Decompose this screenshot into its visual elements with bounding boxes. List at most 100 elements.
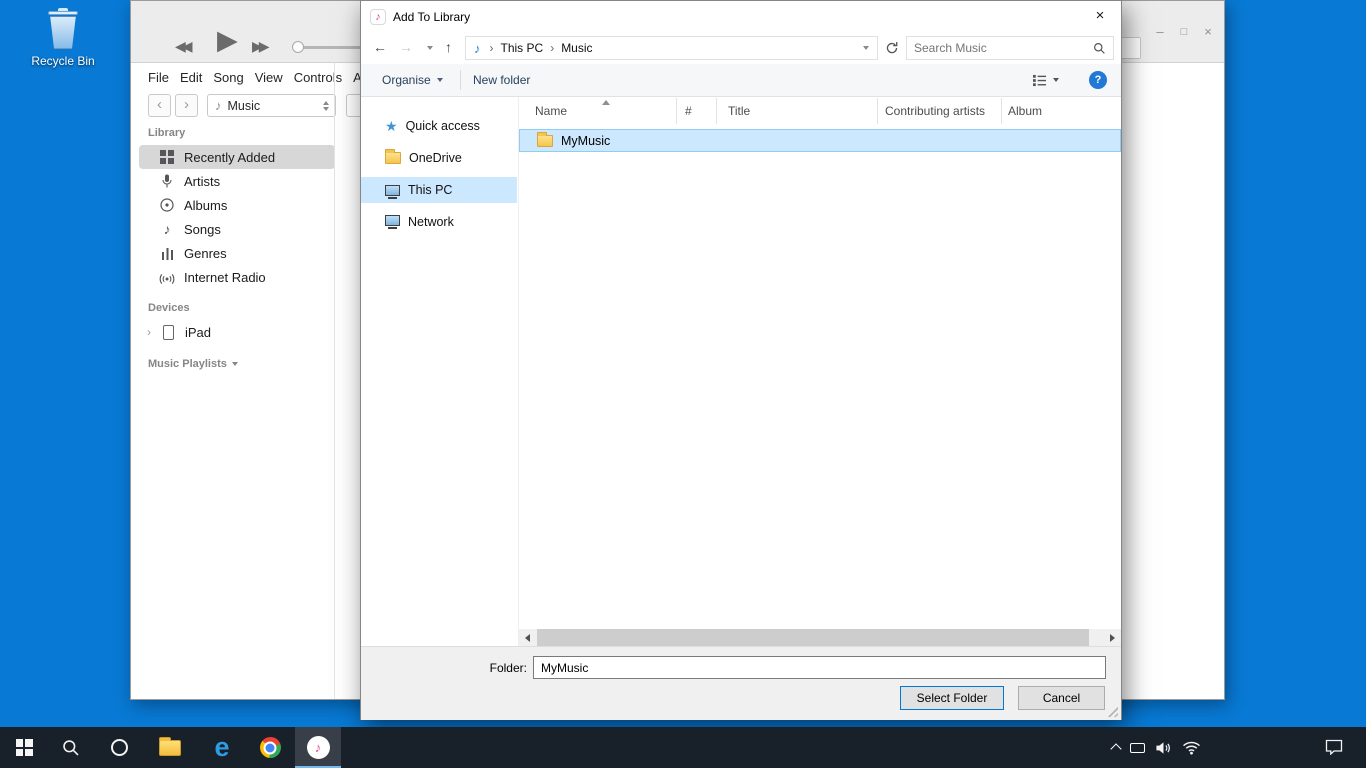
- column-header-contributing-artists[interactable]: Contributing artists: [878, 98, 1002, 124]
- this-pc-icon: [385, 185, 400, 196]
- help-button[interactable]: ?: [1089, 71, 1107, 89]
- chevron-down-icon: [1053, 78, 1059, 82]
- itunes-close-button[interactable]: ×: [1200, 24, 1216, 39]
- nav-item-onedrive[interactable]: OneDrive: [361, 145, 517, 171]
- itunes-forward-button[interactable]: ›: [175, 94, 198, 117]
- address-dropdown-chevron-icon[interactable]: [863, 46, 869, 50]
- grid-icon: [159, 149, 175, 165]
- nav-item-label: OneDrive: [409, 151, 462, 165]
- itunes-taskbar-button[interactable]: ♪: [295, 727, 341, 768]
- start-button[interactable]: [1, 727, 47, 768]
- menu-song[interactable]: Song: [213, 70, 243, 85]
- onedrive-icon: [385, 152, 401, 164]
- itunes-minimize-button[interactable]: –: [1152, 24, 1168, 39]
- edge-button[interactable]: e: [199, 727, 245, 768]
- sidebar-item-recently-added[interactable]: Recently Added: [139, 145, 335, 169]
- nav-item-label: Quick access: [406, 119, 480, 133]
- nav-item-network[interactable]: Network: [361, 209, 517, 235]
- breadcrumb-music[interactable]: Music: [557, 41, 596, 55]
- nav-item-label: This PC: [408, 183, 452, 197]
- rewind-button[interactable]: ◀◀: [175, 38, 189, 55]
- library-section-header: Library: [148, 127, 185, 139]
- nav-pane-divider: [518, 97, 519, 646]
- chrome-button[interactable]: [247, 727, 293, 768]
- scroll-left-button[interactable]: [519, 629, 536, 646]
- column-header-title[interactable]: Title: [717, 98, 878, 124]
- breadcrumb[interactable]: ♪ › This PC › Music: [465, 36, 878, 60]
- file-row-mymusic[interactable]: MyMusic: [519, 129, 1121, 152]
- resize-grip[interactable]: [1107, 706, 1118, 717]
- sidebar-item-label: Genres: [184, 246, 227, 261]
- radio-broadcast-icon: [159, 269, 175, 285]
- touch-keyboard-icon[interactable]: [1130, 743, 1145, 753]
- desktop: Recycle Bin ◀◀ ▶ ▶▶ – □ × File Edit Song…: [0, 0, 1366, 768]
- sidebar-item-internet-radio[interactable]: Internet Radio: [139, 265, 335, 289]
- itunes-back-button[interactable]: ‹: [148, 94, 171, 117]
- horizontal-scrollbar[interactable]: [519, 629, 1121, 646]
- nav-item-this-pc[interactable]: This PC: [361, 177, 517, 203]
- scrollbar-thumb[interactable]: [537, 629, 1089, 646]
- new-folder-button[interactable]: New folder: [473, 64, 530, 96]
- itunes-maximize-button[interactable]: □: [1176, 26, 1192, 38]
- cortana-button[interactable]: [96, 727, 142, 768]
- file-name: MyMusic: [561, 134, 610, 148]
- breadcrumb-separator: ›: [487, 41, 497, 55]
- fast-forward-button[interactable]: ▶▶: [252, 38, 266, 55]
- genres-icon: [159, 245, 175, 261]
- menu-edit[interactable]: Edit: [180, 70, 202, 85]
- music-note-icon: ♪: [215, 98, 222, 113]
- action-center-button[interactable]: [1325, 739, 1343, 758]
- sidebar-item-artists[interactable]: Artists: [139, 169, 335, 193]
- wifi-icon[interactable]: [1182, 740, 1201, 755]
- select-folder-button[interactable]: Select Folder: [900, 686, 1004, 710]
- dialog-footer: Folder: Select Folder Cancel: [361, 646, 1121, 720]
- album-record-icon: [159, 197, 175, 213]
- taskbar-search-button[interactable]: [48, 727, 94, 768]
- organise-button[interactable]: Organise: [382, 64, 443, 96]
- search-icon: [62, 739, 80, 757]
- column-headers: Name # Title Contributing artists Album: [518, 98, 1122, 124]
- sidebar-item-genres[interactable]: Genres: [139, 241, 335, 265]
- edge-icon: e: [214, 734, 229, 761]
- dialog-close-button[interactable]: ×: [1088, 6, 1112, 26]
- folder-name-input[interactable]: [533, 656, 1106, 679]
- volume-slider-knob[interactable]: [292, 41, 304, 53]
- sidebar-item-label: Songs: [184, 222, 221, 237]
- show-hidden-icons-chevron[interactable]: [1110, 743, 1121, 754]
- refresh-icon[interactable]: [885, 41, 899, 55]
- nav-item-quick-access[interactable]: ★ Quick access: [361, 113, 517, 139]
- column-header-album[interactable]: Album: [1002, 98, 1118, 124]
- play-button[interactable]: ▶: [217, 25, 238, 56]
- sidebar-item-songs[interactable]: ♪ Songs: [139, 217, 335, 241]
- speaker-icon[interactable]: [1155, 741, 1172, 755]
- sidebar-item-ipad[interactable]: › iPad: [139, 320, 335, 344]
- scroll-right-button[interactable]: [1104, 629, 1121, 646]
- column-header-name[interactable]: Name: [518, 98, 677, 124]
- back-button[interactable]: ←: [373, 39, 387, 55]
- menu-file[interactable]: File: [148, 70, 169, 85]
- cancel-button[interactable]: Cancel: [1018, 686, 1105, 710]
- forward-button[interactable]: →: [399, 39, 413, 55]
- dialog-titlebar[interactable]: ♪ Add To Library ×: [361, 1, 1121, 32]
- recycle-bin-icon: [46, 8, 80, 50]
- search-box[interactable]: [906, 36, 1114, 60]
- sidebar-item-label: Albums: [184, 198, 227, 213]
- breadcrumb-this-pc[interactable]: This PC: [497, 41, 548, 55]
- menu-view[interactable]: View: [255, 70, 283, 85]
- address-bar: ← → ↑ ♪ › This PC › Music: [361, 32, 1121, 64]
- expand-chevron-icon[interactable]: ›: [147, 325, 151, 339]
- column-header-number[interactable]: #: [677, 98, 717, 124]
- microphone-icon: [159, 173, 175, 189]
- sort-ascending-indicator: [602, 100, 610, 105]
- sidebar-item-albums[interactable]: Albums: [139, 193, 335, 217]
- recycle-bin[interactable]: Recycle Bin: [26, 8, 100, 68]
- search-input[interactable]: [914, 41, 1093, 55]
- itunes-menubar: File Edit Song View Controls Ac: [148, 70, 368, 85]
- music-playlists-header[interactable]: Music Playlists: [148, 358, 238, 370]
- recent-locations-chevron-icon[interactable]: [427, 46, 433, 50]
- nav-item-label: Network: [408, 215, 454, 229]
- up-button[interactable]: ↑: [445, 39, 452, 55]
- change-view-button[interactable]: [1032, 64, 1059, 96]
- file-explorer-button[interactable]: [147, 727, 193, 768]
- media-kind-select[interactable]: ♪ Music: [207, 94, 336, 117]
